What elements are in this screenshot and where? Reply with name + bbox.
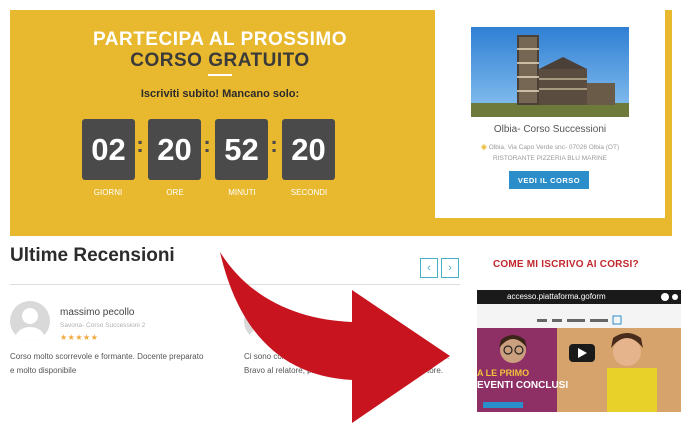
view-course-button[interactable]: VEDI IL CORSO	[509, 171, 589, 189]
video-overlay-text: A LE PRIMO	[477, 368, 530, 378]
countdown-minutes-label: MINUTI	[228, 188, 256, 197]
review-text: Corso molto scorrevole e formante. Docen…	[10, 350, 203, 378]
reviewer-name: massimo pecollo	[60, 307, 135, 318]
countdown-days: 02	[82, 119, 135, 180]
review-text-line: Bravo al relatore, pre	[244, 366, 319, 375]
howto-title: COME MI ISCRIVO AI CORSI?	[493, 259, 639, 270]
course-address: ◉ Olbia, Via Capo Verde snc- 07026 Olbia…	[435, 143, 665, 151]
user-icon	[249, 308, 279, 341]
course-venue: RISTORANTE PIZZERIA BLU MARINE	[492, 155, 607, 162]
review-text-line: tore.	[427, 366, 444, 375]
review-text-tail: meno. tore.	[427, 350, 449, 378]
review-text-line: meno.	[427, 352, 450, 361]
banner-subtitle: Iscriviti subito! Mancano solo:	[140, 88, 300, 100]
countdown-seconds: 20	[282, 119, 335, 180]
avatar	[10, 301, 50, 341]
reviews-divider	[10, 284, 460, 285]
review-text-line: e molto disponibile	[10, 366, 77, 375]
tutorial-video[interactable]: accesso.piattaforma.goform A LE PRIMO EV…	[477, 290, 681, 412]
banner-title-line2: CORSO GRATUITO	[130, 50, 310, 71]
church-photo[interactable]	[471, 27, 629, 117]
countdown-separator: :	[203, 132, 211, 157]
countdown-seconds-label: SECONDI	[290, 188, 328, 197]
avatar	[244, 301, 284, 341]
video-overlay-text: EVENTI CONCLUSI	[477, 380, 569, 391]
course-address-text: Olbia, Via Capo Verde snc- 07026 Olbia (…	[488, 144, 620, 151]
countdown-hours: 20	[148, 119, 201, 180]
countdown-days-label: GIORNI	[93, 188, 123, 197]
rating-stars: ★★★★★	[60, 333, 99, 342]
course-title[interactable]: Olbia- Corso Successioni	[435, 124, 665, 135]
review-text: Ci sono corsi Bravo al relatore, pre	[244, 350, 319, 378]
chevron-right-icon: ›	[448, 262, 452, 274]
title-divider	[208, 74, 232, 76]
video-thumbnail	[477, 290, 681, 412]
chevron-left-icon: ‹	[427, 262, 431, 274]
reviews-prev-button[interactable]: ‹	[420, 258, 438, 278]
course-card: Olbia- Corso Successioni ◉ Olbia, Via Ca…	[435, 10, 665, 218]
location-pin-icon: ◉	[480, 144, 487, 151]
countdown-minutes: 52	[215, 119, 268, 180]
review-text-line: Corso molto scorrevole e formante. Docen…	[10, 352, 204, 361]
reviews-next-button[interactable]: ›	[441, 258, 459, 278]
banner-title-line1: PARTECIPA AL PROSSIMO	[92, 29, 347, 50]
user-icon	[15, 308, 45, 341]
reviewer-course: Savona- Corso Successioni 2	[60, 322, 146, 329]
video-url-text: accesso.piattaforma.goform	[507, 292, 606, 301]
review-text-line: Ci sono corsi	[244, 352, 291, 361]
countdown-separator: :	[136, 132, 144, 157]
reviews-title: Ultime Recensioni	[10, 245, 175, 266]
countdown-separator: :	[270, 132, 278, 157]
countdown-hours-label: ORE	[166, 188, 184, 197]
